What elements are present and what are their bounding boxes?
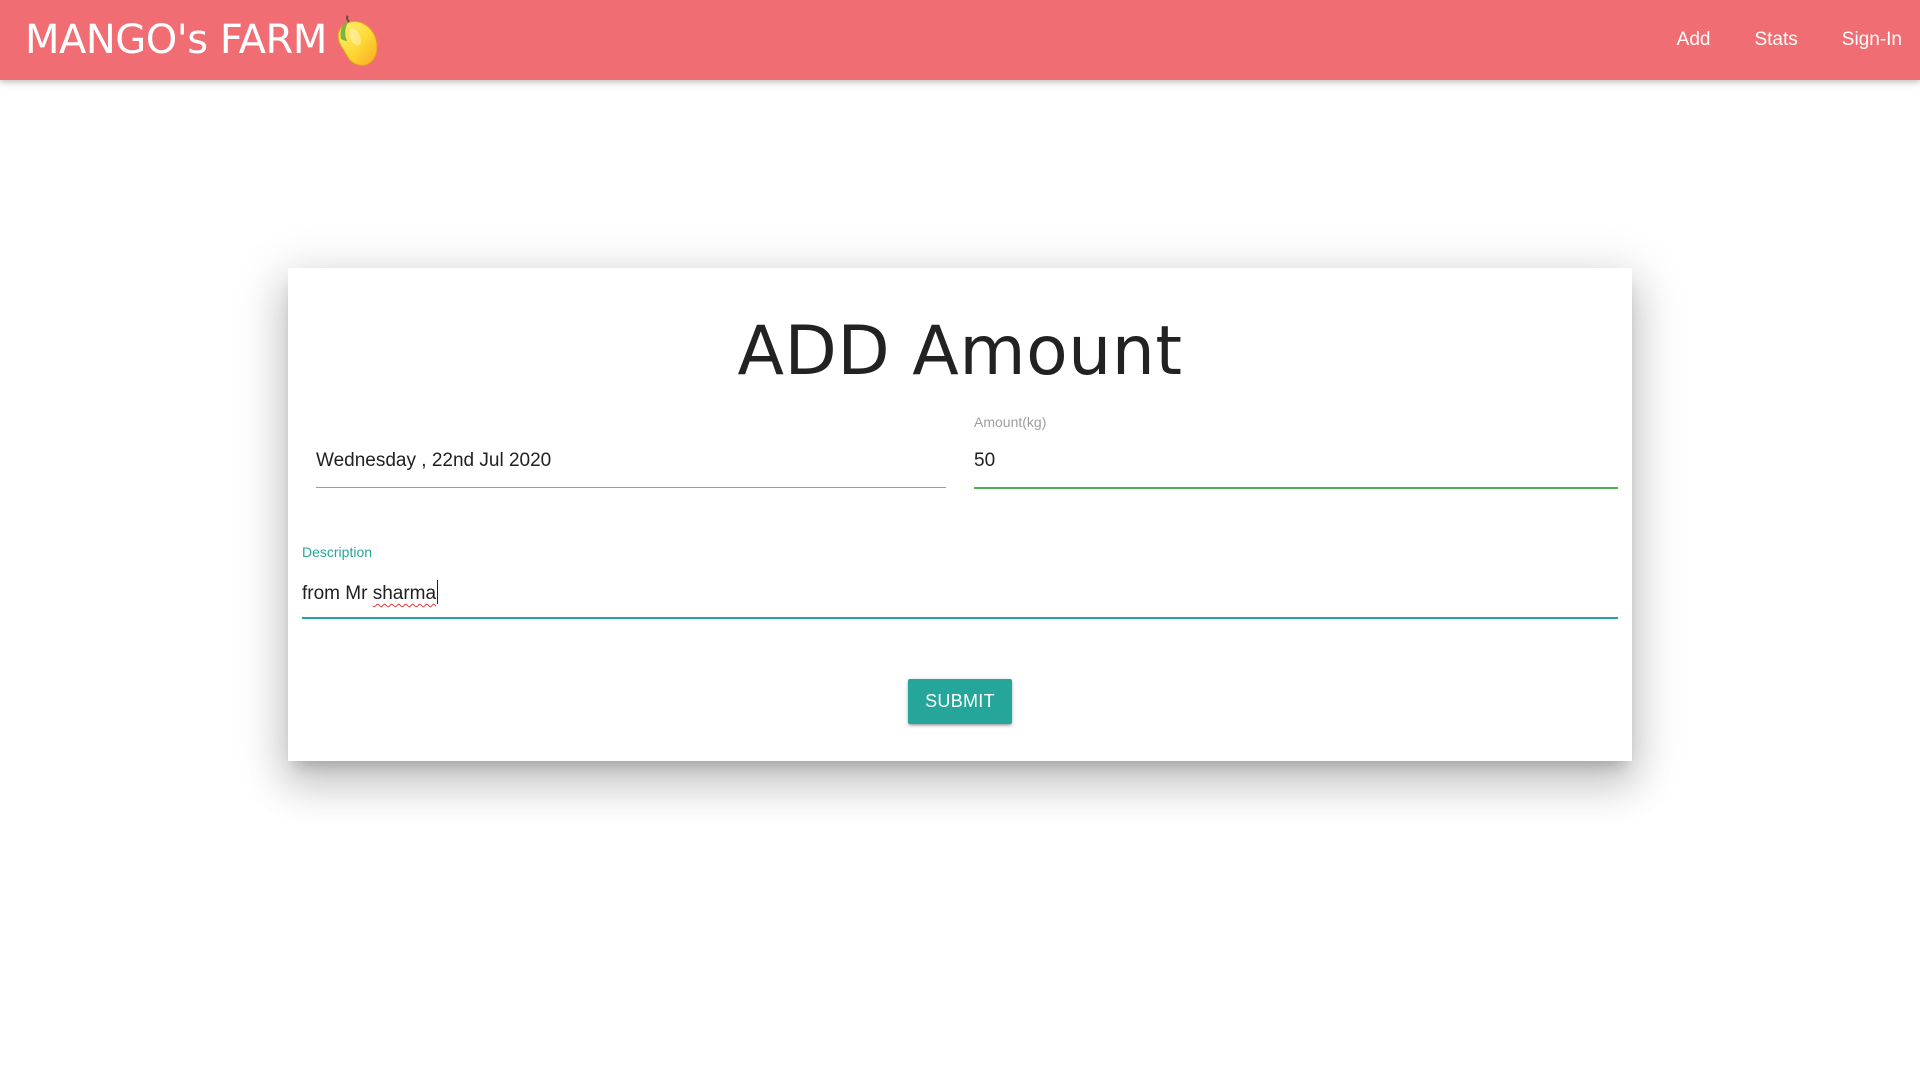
date-field-underline [316, 487, 946, 488]
page-title: ADD Amount [737, 312, 1183, 391]
description-field-underline [302, 617, 1618, 619]
description-label: Description [302, 544, 373, 560]
nav-link-stats[interactable]: Stats [1710, 29, 1797, 51]
navbar: MANGO's FARM Add Stats Sign-In [0, 0, 1920, 80]
date-field[interactable]: Wednesday , 22nd Jul 2020 [316, 428, 946, 490]
date-value: Wednesday , 22nd Jul 2020 [316, 450, 552, 471]
amount-value: 50 [974, 450, 996, 471]
add-amount-card: ADD Amount Wednesday , 22nd Jul 2020 Amo… [288, 268, 1632, 761]
description-text: from Mr [302, 583, 373, 604]
brand-title: MANGO's FARM [25, 17, 327, 63]
description-field[interactable]: Description from Mr sharma [302, 544, 1618, 620]
submit-button[interactable]: SUBMIT [908, 679, 1012, 724]
nav-link-add[interactable]: Add [1633, 29, 1711, 51]
nav-link-sign-in[interactable]: Sign-In [1798, 29, 1902, 51]
mango-icon [333, 15, 381, 69]
amount-field-underline [974, 487, 1618, 489]
misspelled-word: sharma [372, 583, 437, 604]
description-value: from Mr sharma [302, 580, 439, 605]
amount-label: Amount(kg) [974, 414, 1047, 430]
amount-field[interactable]: Amount(kg) 50 [974, 414, 1618, 490]
text-caret [437, 580, 439, 604]
nav-links: Add Stats Sign-In [1633, 0, 1902, 80]
brand-logo[interactable]: MANGO's FARM [25, 0, 381, 80]
